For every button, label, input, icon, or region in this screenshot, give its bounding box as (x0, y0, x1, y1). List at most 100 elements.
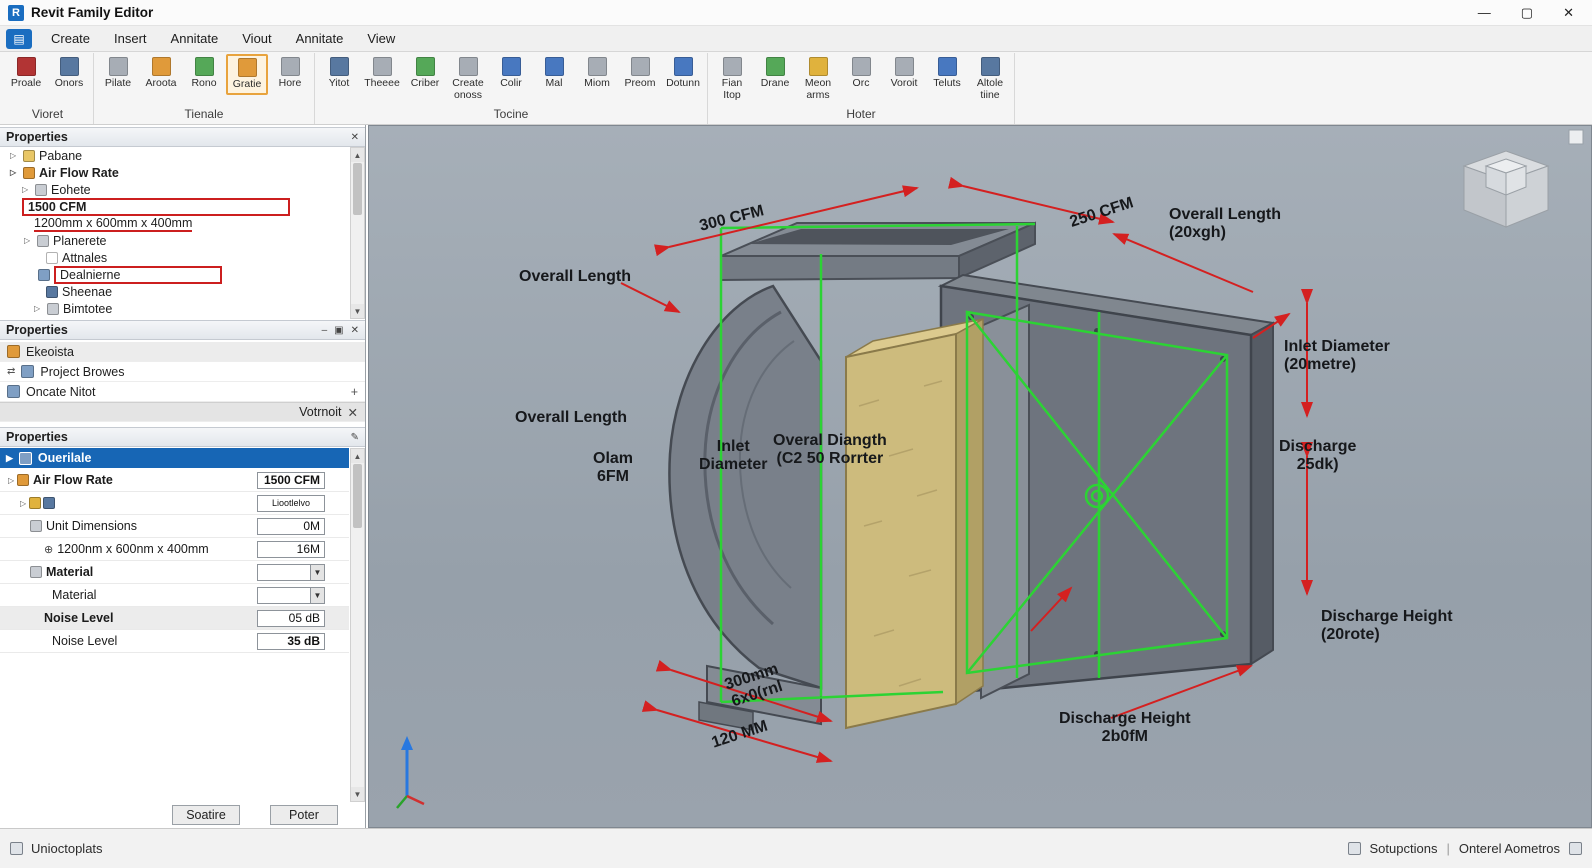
scrollbar-thumb[interactable] (353, 464, 362, 528)
ribbon-button-altole-tiine[interactable]: Altole tiine (969, 54, 1011, 105)
minimize-panel-icon[interactable]: ‒ (322, 325, 328, 336)
material-dropdown[interactable]: ▼ (257, 563, 325, 581)
chevron-right-icon[interactable]: ▷ (10, 168, 19, 177)
tab-insert[interactable]: Insert (103, 28, 158, 49)
tree-item-highlighted[interactable]: Dealnierne (0, 265, 349, 284)
ribbon-button-orc[interactable]: Orc (840, 54, 882, 93)
browser-row[interactable]: Oncate Nitot + (0, 382, 365, 402)
tree-item[interactable]: ▷ Planerete (0, 232, 349, 249)
property-value[interactable]: 35 dB (257, 632, 325, 650)
status-checkbox-icon[interactable] (10, 842, 23, 855)
browser-row[interactable]: ⇄ Project Browes (0, 362, 365, 382)
tree-item[interactable]: ▷ Pabane (0, 147, 349, 164)
scroll-down-icon[interactable]: ▼ (351, 787, 364, 801)
ribbon-button-dotunn[interactable]: Dotunn (662, 54, 704, 93)
viewport-corner-box[interactable] (1568, 129, 1584, 145)
close-tab-icon[interactable]: ✕ (348, 405, 358, 420)
chevron-right-icon[interactable]: ▶ (6, 453, 13, 464)
tree-item-highlighted[interactable]: 1500 CFM (0, 197, 349, 216)
ribbon-button-yitot[interactable]: Yitot (318, 54, 360, 93)
ribbon-button-theeee[interactable]: Theeee (361, 54, 403, 93)
scroll-down-icon[interactable]: ▼ (351, 304, 364, 318)
chevron-right-icon[interactable]: ▷ (8, 476, 17, 485)
tab-view-2[interactable]: View (356, 28, 406, 49)
chevron-right-icon[interactable]: ▷ (10, 151, 19, 160)
ribbon-button-pilate[interactable]: Pilate (97, 54, 139, 93)
property-row[interactable]: Material ▼ (0, 561, 349, 584)
tree-item[interactable]: ▷ Bimtotee (0, 300, 349, 317)
tree-item-underlined[interactable]: 1200mm x 600mm x 400mm (0, 215, 349, 232)
chevron-right-icon[interactable]: ▷ (24, 236, 33, 245)
tree-item[interactable]: Attnales (0, 249, 349, 266)
scroll-up-icon[interactable]: ▲ (351, 449, 364, 463)
chevron-down-icon[interactable]: ▼ (310, 587, 324, 603)
view-cube[interactable] (1462, 150, 1550, 228)
expand-plus-icon[interactable]: + (351, 385, 358, 399)
restore-panel-icon[interactable]: ▣ (334, 325, 343, 336)
arrow-left-right-icon[interactable]: ⇄ (7, 366, 15, 377)
file-menu-button[interactable]: ▤ (6, 28, 32, 49)
scroll-up-icon[interactable]: ▲ (351, 148, 364, 162)
checkbox-icon[interactable] (46, 251, 58, 264)
properties-scrollbar[interactable]: ▲ ▼ (350, 448, 365, 802)
selected-type-row[interactable]: ▶ Ouerilale (0, 448, 349, 468)
ribbon-button-voroit[interactable]: Voroit (883, 54, 925, 93)
chevron-right-icon[interactable]: ▷ (22, 185, 31, 194)
tree-item[interactable]: ▷ Air Flow Rate (0, 164, 349, 181)
ribbon-button-fian-itop[interactable]: Fian Itop (711, 54, 753, 105)
browser-row[interactable]: Ekeoista (0, 342, 365, 362)
tab-create[interactable]: Create (40, 28, 101, 49)
ribbon-button-aroota[interactable]: Aroota (140, 54, 182, 93)
ribbon-button-proale[interactable]: Proale (5, 54, 47, 93)
property-row[interactable]: ⊕ 1200nm x 600nm x 400mm 16M (0, 538, 349, 561)
ribbon-button-onors[interactable]: Onors (48, 54, 90, 93)
close-button[interactable]: ✕ (1563, 5, 1574, 21)
ribbon-button-gratie-selected[interactable]: Gratie (226, 54, 268, 95)
ribbon-button-colir[interactable]: Colir (490, 54, 532, 93)
ribbon-button-meon-arms[interactable]: Meon arms (797, 54, 839, 105)
ribbon-button-criber[interactable]: Criber (404, 54, 446, 93)
property-value[interactable]: 0M (257, 517, 325, 535)
selection-settings-icon[interactable] (1347, 842, 1361, 855)
chevron-right-icon[interactable]: ▷ (34, 304, 43, 313)
chevron-down-icon[interactable]: ▼ (310, 564, 324, 580)
property-value[interactable]: 16M (257, 540, 325, 558)
tab-annotate[interactable]: Annitate (160, 28, 230, 49)
minimize-button[interactable]: — (1478, 5, 1491, 21)
property-row[interactable]: Material ▼ (0, 584, 349, 607)
ribbon-button-drane[interactable]: Drane (754, 54, 796, 93)
close-panel-icon[interactable]: ✕ (351, 325, 359, 336)
ribbon-button-teluts[interactable]: Teluts (926, 54, 968, 93)
status-right-primary[interactable]: Sotupctions (1370, 841, 1438, 856)
material-dropdown[interactable]: ▼ (257, 586, 325, 604)
tab-view-1[interactable]: Viout (231, 28, 282, 49)
property-row[interactable]: Noise Level 35 dB (0, 630, 349, 653)
property-value-button[interactable]: Liootlelvo (257, 494, 325, 512)
property-row[interactable]: Unit Dimensions 0M (0, 515, 349, 538)
ribbon-button-mal[interactable]: Mal (533, 54, 575, 93)
3d-viewport[interactable]: 300 CFM Overall Length 250 CFM Overall L… (368, 125, 1592, 828)
ribbon-button-preom[interactable]: Preom (619, 54, 661, 93)
status-right-secondary[interactable]: Onterel Aometros (1459, 841, 1560, 856)
pin-icon[interactable]: ✕ (351, 132, 359, 143)
edit-icon[interactable]: ✎ (351, 432, 359, 443)
ribbon-button-rono[interactable]: Rono (183, 54, 225, 93)
property-row[interactable]: ▷ Air Flow Rate 1500 CFM (0, 469, 349, 492)
tree-item[interactable]: ▷ Eohete (0, 181, 349, 198)
property-row[interactable]: Noise Level 05 dB (0, 607, 349, 630)
poter-button[interactable]: Poter (270, 805, 338, 825)
tree-scrollbar[interactable]: ▲ ▼ (350, 147, 365, 319)
scrollbar-thumb[interactable] (353, 163, 362, 215)
chevron-right-icon[interactable]: ▷ (20, 499, 29, 508)
tree-item[interactable]: Sheenae (0, 283, 349, 300)
property-value[interactable]: 05 dB (257, 609, 325, 627)
ribbon-button-miom[interactable]: Miom (576, 54, 618, 93)
maximize-button[interactable]: ▢ (1521, 5, 1533, 21)
tab-annotate-2[interactable]: Annitate (285, 28, 355, 49)
soatire-button[interactable]: Soatire (172, 805, 240, 825)
ribbon-button-create-onoss[interactable]: Create onoss (447, 54, 489, 105)
property-value[interactable]: 1500 CFM (257, 471, 325, 489)
docked-tab[interactable]: Votrnoit ✕ (0, 402, 365, 422)
property-row[interactable]: ▷ Liootlelvo (0, 492, 349, 515)
ribbon-button-hore[interactable]: Hore (269, 54, 311, 93)
